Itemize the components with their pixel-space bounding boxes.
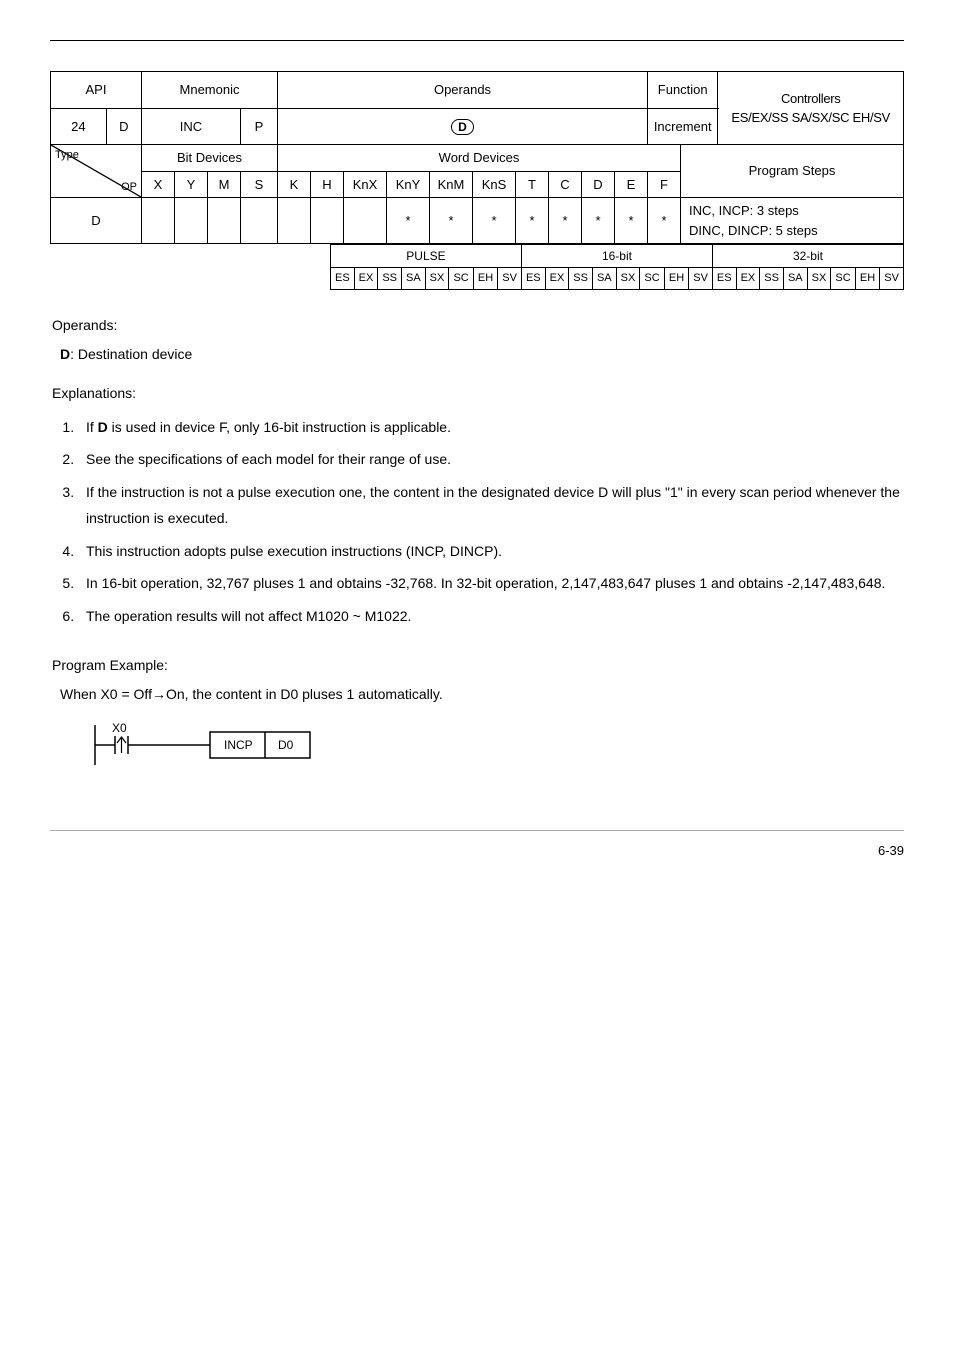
word-devices-label: Word Devices — [278, 145, 681, 172]
d-y — [175, 198, 208, 244]
d-d: * — [582, 198, 615, 244]
d-kns: * — [473, 198, 516, 244]
col-e: E — [615, 171, 648, 198]
col-t: T — [516, 171, 549, 198]
col-x: X — [142, 171, 175, 198]
d-kny: * — [387, 198, 430, 244]
program-example-heading: Program Example: — [52, 655, 904, 676]
list-item: If the instruction is not a pulse execut… — [78, 479, 904, 532]
col-kns: KnS — [473, 171, 516, 198]
list-item: If D is used in device F, only 16-bit in… — [78, 414, 904, 441]
type-op-diag: Type OP — [51, 145, 142, 198]
bit-h-16: 16-bit — [521, 245, 712, 268]
list-item: In 16-bit operation, 32,767 pluses 1 and… — [78, 570, 904, 597]
d-f: * — [648, 198, 681, 244]
operands-text: D: Destination device — [60, 344, 904, 365]
d-knx — [344, 198, 387, 244]
api-label: API — [51, 72, 142, 109]
list-item: This instruction adopts pulse execution … — [78, 538, 904, 565]
list-item: The operation results will not affect M1… — [78, 603, 904, 630]
function-label: Function — [648, 72, 718, 109]
api-header-row: API Mnemonic Operands Function Controlle… — [51, 72, 904, 109]
top-rule — [50, 40, 904, 41]
col-kny: KnY — [387, 171, 430, 198]
api-table: API Mnemonic Operands Function Controlle… — [50, 71, 904, 244]
api-mnemonic: INC — [142, 108, 241, 145]
api-number: 24 — [51, 108, 107, 145]
d-t: * — [516, 198, 549, 244]
api-prefix: D — [106, 108, 141, 145]
list-item: See the specifications of each model for… — [78, 446, 904, 473]
explanations-heading: Explanations: — [52, 383, 904, 404]
col-d: D — [582, 171, 615, 198]
bottom-rule — [50, 830, 904, 831]
ladder-contact: X0 — [112, 721, 127, 735]
ladder-inst: INCP — [224, 738, 253, 752]
d-knm: * — [430, 198, 473, 244]
op-d-row: D * * * * * * * * INC, INCP: 3 steps DIN… — [51, 198, 904, 244]
d-m — [208, 198, 241, 244]
ctrl-0: ES/EX/SS — [731, 110, 788, 125]
program-example-text: When X0 = Off→On, the content in D0 plus… — [60, 684, 904, 705]
page-number: 6-39 — [50, 841, 904, 861]
col-knx: KnX — [344, 171, 387, 198]
row-d-label: D — [51, 198, 142, 244]
bit-h-32: 32-bit — [712, 245, 903, 268]
program-steps-label: Program Steps — [681, 145, 904, 198]
col-k: K — [278, 171, 311, 198]
bit-table-wrap: PULSE 16-bit 32-bit ES EX SS SA SX SC EH… — [330, 244, 904, 290]
steps-cell: INC, INCP: 3 steps DINC, DINCP: 5 steps — [681, 198, 904, 244]
d-c: * — [549, 198, 582, 244]
bit-devices-label: Bit Devices — [142, 145, 278, 172]
col-knm: KnM — [430, 171, 473, 198]
controllers-label: Controllers — [722, 89, 899, 109]
col-f: F — [648, 171, 681, 198]
bit-table: PULSE 16-bit 32-bit ES EX SS SA SX SC EH… — [330, 244, 904, 290]
col-h: H — [311, 171, 344, 198]
ladder-svg: X0 INCP D0 — [90, 720, 320, 770]
col-y: Y — [175, 171, 208, 198]
bit-h-pulse: PULSE — [331, 245, 522, 268]
col-s: S — [241, 171, 278, 198]
controllers-cell: Controllers ES/EX/SS SA/SX/SC EH/SV — [718, 72, 904, 145]
api-suffix: P — [241, 108, 278, 145]
operand-d-icon: D — [451, 119, 474, 135]
mnemonic-label: Mnemonic — [142, 72, 278, 109]
operand-symbol-cell: D — [278, 108, 648, 145]
ctrl-1: SA/SX/SC — [792, 110, 850, 125]
explanations-list: If D is used in device F, only 16-bit in… — [50, 414, 904, 630]
d-x — [142, 198, 175, 244]
ladder-arg: D0 — [278, 738, 294, 752]
d-k — [278, 198, 311, 244]
d-h — [311, 198, 344, 244]
col-m: M — [208, 171, 241, 198]
ctrl-2: EH/SV — [852, 110, 890, 125]
bit-header-row: PULSE 16-bit 32-bit — [331, 245, 904, 268]
d-s — [241, 198, 278, 244]
function-text: Increment — [648, 108, 718, 145]
bit-cells-row: ES EX SS SA SX SC EH SV ES EX SS SA SX S… — [331, 268, 904, 290]
ladder-diagram: X0 INCP D0 — [90, 720, 904, 770]
operands-heading: Operands: — [52, 315, 904, 336]
col-c: C — [549, 171, 582, 198]
operands-label: Operands — [278, 72, 648, 109]
d-e: * — [615, 198, 648, 244]
op-header-row: Type OP Bit Devices Word Devices Program… — [51, 145, 904, 172]
